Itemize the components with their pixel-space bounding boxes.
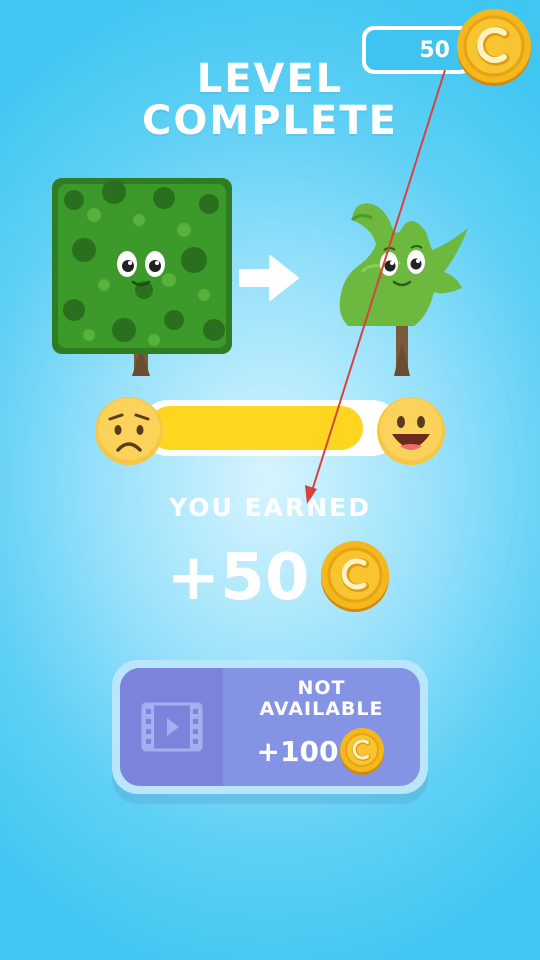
earned-amount: +50	[166, 541, 310, 615]
reward-amount: +100	[256, 734, 339, 768]
square-bush	[52, 178, 232, 376]
grinning-face-icon	[377, 397, 445, 465]
title-level: LEVEL	[196, 56, 344, 102]
reward-status-line2: AVAILABLE	[259, 698, 384, 720]
reward-status-line1: NOT	[297, 677, 346, 699]
reward-coin-icon	[340, 728, 385, 775]
you-earned-label: YOU EARNED	[169, 493, 371, 522]
progress-bar	[140, 400, 400, 456]
film-video-icon	[141, 702, 202, 752]
reward-text-panel: NOT AVAILABLE +100	[223, 668, 420, 786]
title-complete: COMPLETE	[142, 98, 398, 144]
annotation-arrow	[305, 69, 446, 504]
reward-icon-panel	[120, 668, 223, 786]
right-arrow-icon	[239, 255, 299, 301]
leaf-shaped-bush	[339, 203, 468, 376]
reward-amount-row: +100	[257, 726, 387, 776]
worried-face-icon	[95, 397, 163, 465]
earned-coin-icon	[321, 541, 389, 612]
reward-button-body[interactable]: NOT AVAILABLE +100	[120, 668, 420, 786]
watch-video-reward-button[interactable]: NOT AVAILABLE +100	[112, 660, 428, 794]
progress-fill	[148, 406, 363, 450]
